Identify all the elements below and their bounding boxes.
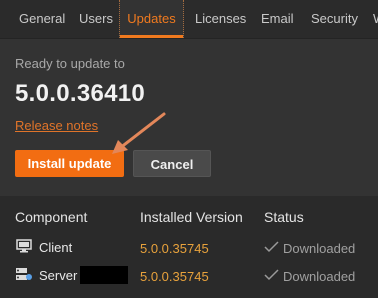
header-status: Status (264, 209, 304, 225)
release-notes-link[interactable]: Release notes (15, 118, 98, 133)
annotation-arrow-icon (112, 112, 166, 154)
ready-to-update-label: Ready to update to (15, 56, 125, 71)
tab-licenses[interactable]: Licenses (195, 0, 246, 38)
check-icon (264, 269, 279, 281)
header-component: Component (15, 209, 88, 225)
tab-security[interactable]: Security (311, 0, 358, 38)
table-row-server-status: Downloaded (283, 269, 356, 284)
header-installed-version: Installed Version (140, 209, 243, 225)
settings-tab-bar: General Users Updates Licenses Email Sec… (0, 0, 378, 39)
redacted-server-name (80, 266, 128, 284)
monitor-icon (16, 239, 32, 253)
check-icon (264, 241, 279, 253)
tab-users[interactable]: Users (79, 0, 113, 38)
target-version: 5.0.0.36410 (15, 80, 146, 107)
table-row-client-component: Client (39, 240, 73, 255)
table-row-client-status: Downloaded (283, 241, 356, 256)
table-row-client-version: 5.0.0.35745 (140, 241, 209, 256)
tab-general[interactable]: General (19, 0, 65, 38)
table-row-server-component: Server (39, 268, 78, 283)
server-icon (16, 268, 32, 280)
tab-overflow[interactable]: W (373, 0, 378, 38)
tab-updates[interactable]: Updates (119, 0, 184, 38)
tab-email[interactable]: Email (261, 0, 294, 38)
table-row-server-version: 5.0.0.35745 (140, 269, 209, 284)
